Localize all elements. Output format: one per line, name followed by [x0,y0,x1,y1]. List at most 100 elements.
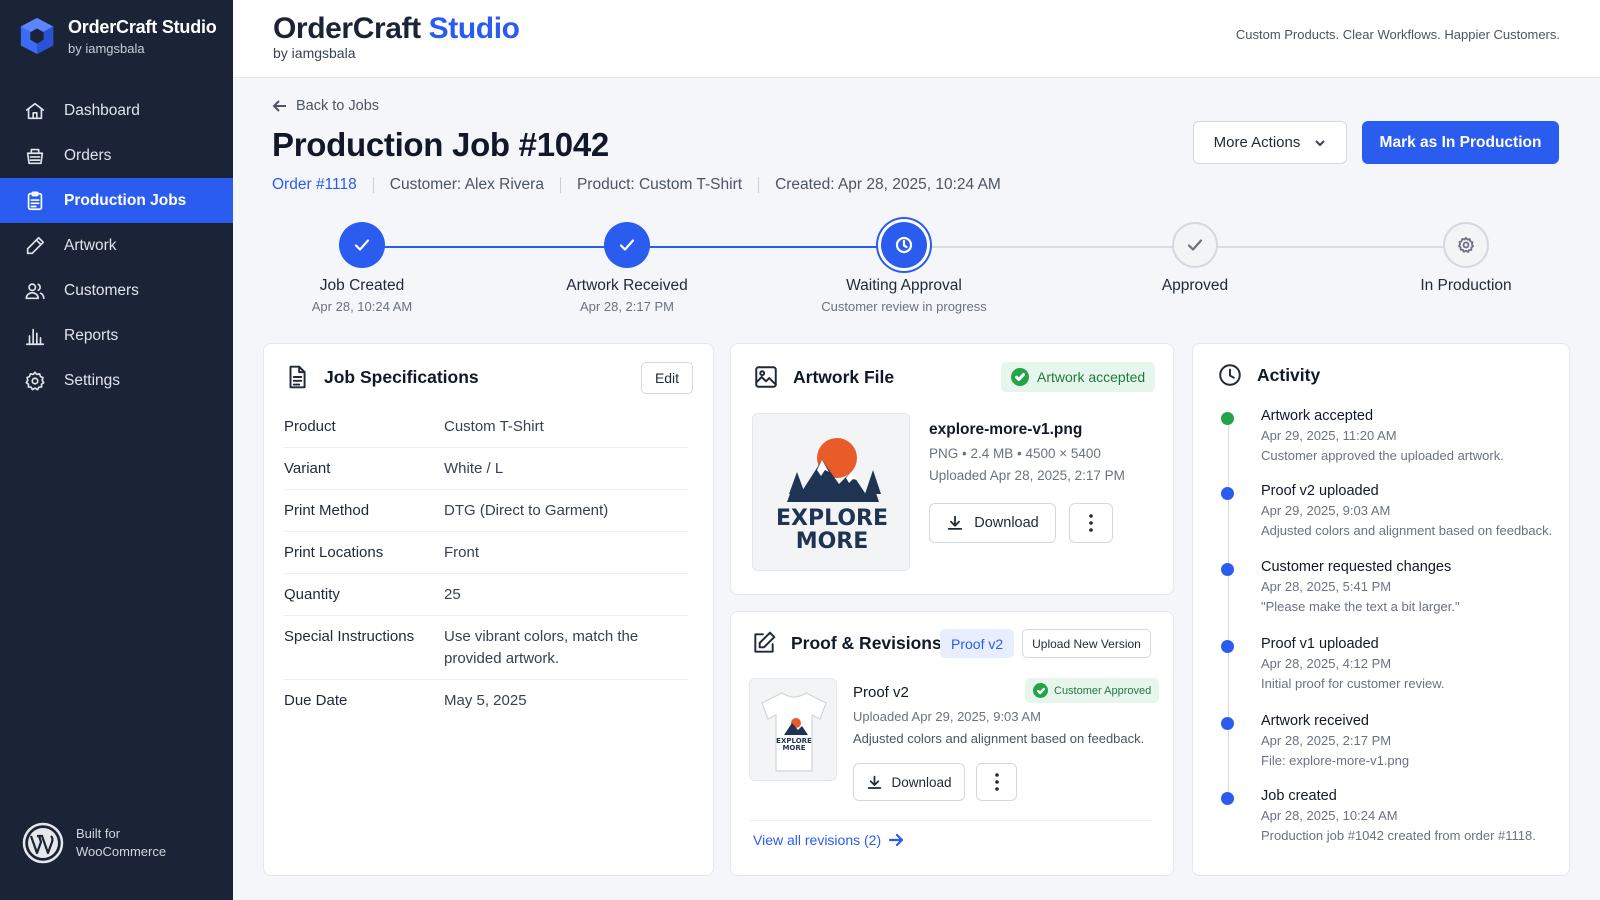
spec-row: Due Date May 5, 2025 [284,680,688,721]
bar-chart-icon [25,328,45,345]
download-icon [948,515,963,530]
sidebar-item-production-jobs[interactable]: Production Jobs [0,178,233,223]
artwork-thumbnail[interactable]: EXPLORE MORE [752,413,910,571]
spec-key: Print Locations [284,544,384,561]
mark-in-production-button[interactable]: Mark as In Production [1362,121,1559,164]
proof-thumbnail[interactable]: EXPLORE MORE [749,678,837,781]
job-meta: Order #1118 Customer: Alex Rivera Produc… [272,176,1001,194]
arrow-left-icon [272,100,286,112]
artwork-title: Artwork File [793,366,895,387]
pencil-icon [26,236,45,254]
sidebar-item-reports[interactable]: Reports [0,313,233,358]
activity-item-title: Artwork accepted [1261,408,1374,424]
activity-dot [1221,792,1234,805]
spec-key: Quantity [284,586,340,603]
card-title: Job Specifications [284,364,479,390]
back-to-jobs-link[interactable]: Back to Jobs [272,98,379,114]
woocommerce-label: WooCommerce [76,844,167,859]
sidebar-nav: Dashboard Orders Production Jobs Artwork… [0,88,233,403]
step-date: Apr 28, 2:17 PM [580,299,674,314]
activity-item-title: Customer requested changes [1261,559,1452,575]
badge-label: Artwork accepted [1037,369,1146,385]
step-waiting-approval: Waiting Approval Customer review in prog… [794,222,1014,314]
spec-value: May 5, 2025 [444,692,527,709]
step-status-circle [881,222,927,268]
order-prefix: Order [272,176,312,193]
sidebar-item-label: Settings [64,371,121,389]
step-label: Job Created [319,277,405,294]
spec-value: Front [444,544,480,561]
sidebar-item-dashboard[interactable]: Dashboard [0,88,233,133]
meta-divider [559,177,561,193]
chevron-down-icon [1315,139,1326,146]
proof-version-pill[interactable]: Proof v2 [940,629,1015,658]
view-all-revisions-link[interactable]: View all revisions (2) [753,832,904,848]
sidebar-item-customers[interactable]: Customers [0,268,233,313]
check-circle-icon [1011,368,1029,386]
activity-card: Activity Artwork accepted Apr 29, 2025, … [1192,343,1570,876]
artwork-file-name: explore-more-v1.png [929,421,1083,438]
proof-download-button[interactable]: Download [853,763,965,801]
artwork-uploaded: Uploaded Apr 28, 2025, 2:17 PM [929,468,1125,483]
activity-item-desc: File: explore-more-v1.png [1261,753,1410,768]
proof-revisions-card: Proof & Revisions Proof v2 Upload New Ve… [730,611,1174,876]
activity-dot [1221,412,1234,425]
spec-value: Use vibrant colors, match the provided a… [444,628,639,667]
step-label: In Production [1420,277,1512,294]
artwork-download-button[interactable]: Download [929,503,1056,543]
image-icon [755,366,777,388]
gear-icon [1458,237,1474,253]
activity-item-desc: Adjusted colors and alignment based on f… [1261,523,1553,538]
proof-note: Adjusted colors and alignment based on f… [853,731,1145,746]
check-icon [354,239,370,251]
specs-table: Product Custom T-Shirt Variant White / L… [284,406,688,721]
activity-item-desc: "Please make the text a bit larger." [1261,599,1460,614]
clipboard-icon [27,190,43,210]
sidebar: OrderCraft Studio by iamgsbala Dashboard… [0,0,233,900]
created-meta: Created: Apr 28, 2025, 10:24 AM [775,176,1001,193]
activity-item-date: Apr 29, 2025, 9:03 AM [1261,503,1391,518]
spec-key: Special Instructions [284,628,415,645]
sidebar-item-label: Dashboard [64,101,140,119]
brand[interactable]: OrderCraft Studio by iamgsbala [18,16,217,56]
check-circle-icon [1033,683,1048,698]
clock-icon [1219,364,1241,386]
specs-title: Job Specifications [324,366,479,387]
sidebar-item-orders[interactable]: Orders [0,133,233,178]
sidebar-item-label: Orders [64,146,112,164]
spec-row: Variant White / L [284,448,688,490]
activity-item-title: Proof v2 uploaded [1261,483,1379,499]
more-actions-button[interactable]: More Actions [1193,121,1347,164]
sidebar-item-artwork[interactable]: Artwork [0,223,233,268]
activity-dot [1221,640,1234,653]
proofs-title: Proof & Revisions [791,632,942,653]
order-link[interactable]: #1118 [316,176,357,194]
artwork-more-menu-button[interactable] [1069,503,1113,543]
proof-uploaded: Uploaded Apr 29, 2025, 9:03 AM [853,709,1041,724]
built-for-woocommerce: Built for WooCommerce [22,822,166,864]
download-label: Download [891,774,952,790]
explore-more-artwork: EXPLORE MORE [776,438,888,552]
step-label: Approved [1161,277,1229,294]
activity-item-desc: Initial proof for customer review. [1261,676,1445,691]
edit-specs-button[interactable]: Edit [641,362,693,394]
activity-dot [1221,717,1234,730]
gear-icon [25,370,45,390]
job-specifications-card: Job Specifications Edit Product Custom T… [263,343,714,876]
meta-divider [758,177,760,193]
users-icon [25,282,45,299]
activity-item-title: Job created [1261,788,1337,804]
sidebar-item-settings[interactable]: Settings [0,358,233,403]
artwork-text-line2: MORE [796,529,869,552]
step-approved: Approved [1085,222,1305,295]
activity-item-desc: Production job #1042 created from order … [1261,828,1536,843]
activity-item-desc: Customer approved the uploaded artwork. [1261,448,1504,463]
edit-square-icon [754,631,776,653]
spec-value: White / L [444,460,504,477]
proof-more-menu-button[interactable] [976,763,1017,801]
timeline-line [1228,418,1229,798]
proof-name: Proof v2 [853,684,909,701]
artwork-text-line1: EXPLORE [776,506,888,531]
upload-new-version-button[interactable]: Upload New Version [1022,629,1151,658]
spec-row: Product Custom T-Shirt [284,406,688,448]
